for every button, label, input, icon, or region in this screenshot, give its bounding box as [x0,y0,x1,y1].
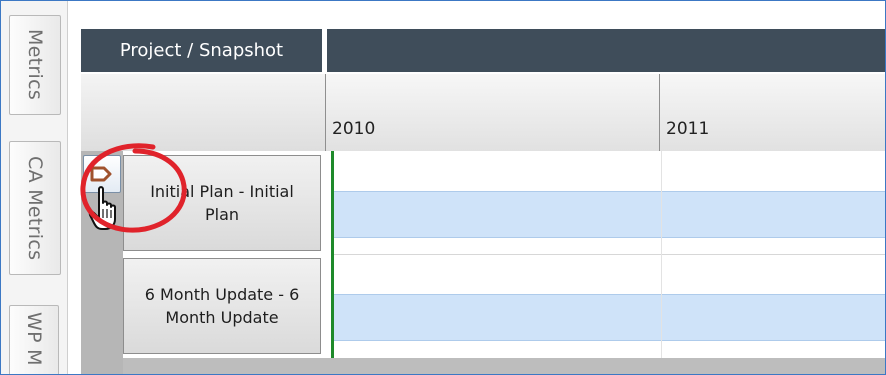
timeline-bar-6-month-update[interactable] [334,294,885,341]
tab-ca-metrics-label: CA Metrics [24,155,46,261]
year-label-2010: 2010 [332,119,376,139]
timeline-bar-initial-plan[interactable] [334,191,885,238]
year-label-2011: 2011 [666,119,710,139]
today-marker [331,151,334,358]
row-separator [331,254,885,255]
row-label-6-month-update[interactable]: 6 Month Update - 6 Month Update [123,258,321,354]
header-separator [322,29,327,72]
project-snapshot-header[interactable]: Project / Snapshot [81,29,322,72]
tab-metrics[interactable]: Metrics [9,15,61,115]
row-label-initial-plan[interactable]: Initial Plan - Initial Plan [123,155,321,251]
side-tab-strip: Metrics CA Metrics WP M [1,1,68,374]
row-label-text: 6 Month Update - 6 Month Update [144,284,300,327]
tab-metrics-label: Metrics [24,29,46,101]
row-label-text: Initial Plan - Initial Plan [150,181,294,224]
year-column-2011[interactable]: 2011 [659,74,885,151]
year-gridline [661,151,662,358]
tab-wp-metrics[interactable]: WP M [9,305,59,374]
app-window: Metrics CA Metrics WP M Project / Snapsh… [0,0,886,375]
tab-wp-metrics-label: WP M [23,312,45,366]
grid-footer-band [123,358,885,374]
hand-pointer-icon [88,186,116,230]
year-column-2010[interactable]: 2010 [325,74,659,151]
tab-ca-metrics[interactable]: CA Metrics [9,141,61,275]
row-header-corner [81,74,325,151]
timeline-area [331,151,885,374]
